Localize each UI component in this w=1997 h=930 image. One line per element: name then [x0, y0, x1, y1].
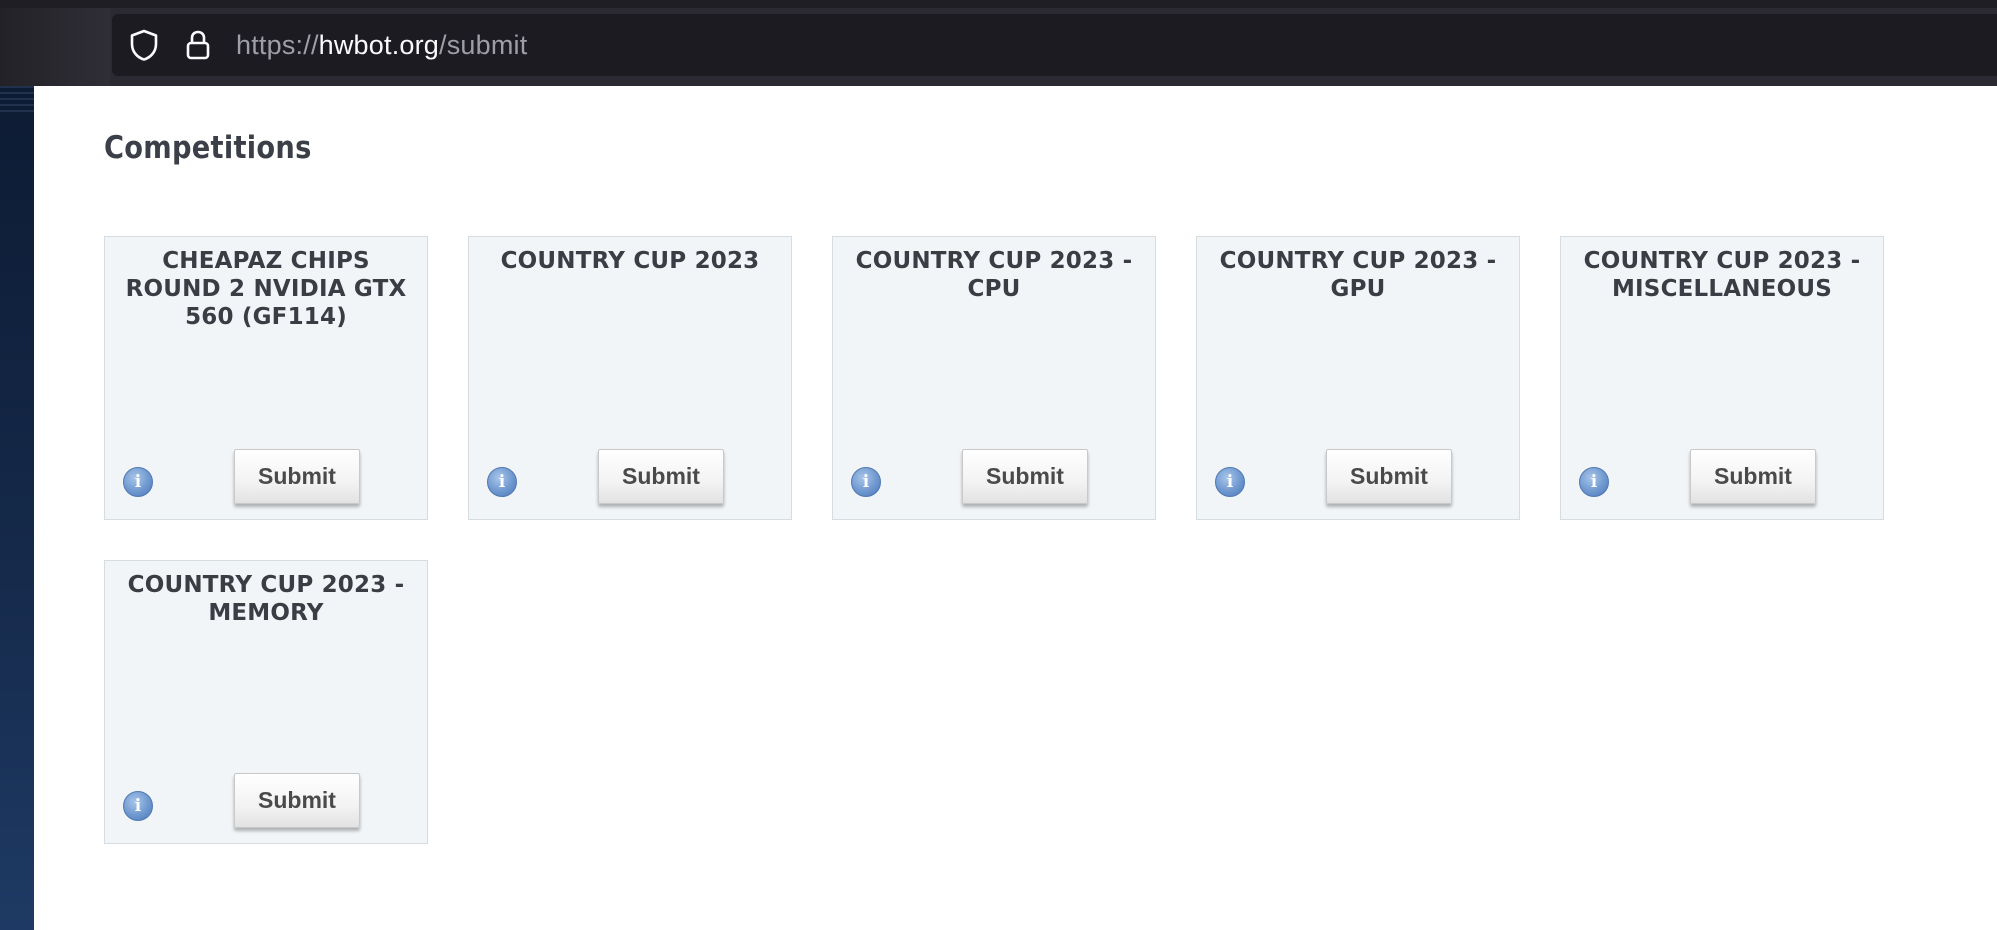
info-icon[interactable]: i [123, 791, 153, 821]
competition-card: COUNTRY CUP 2023 - MEMORY i Submit [104, 560, 428, 844]
competition-title: COUNTRY CUP 2023 - MEMORY [127, 572, 405, 626]
info-icon[interactable]: i [487, 467, 517, 497]
competition-card: CHEAPAZ CHIPS ROUND 2 NVIDIA GTX 560 (GF… [104, 236, 428, 520]
competition-card: COUNTRY CUP 2023 - MISCELLANEOUS i Submi… [1560, 236, 1884, 520]
page-title: Competitions [104, 130, 312, 166]
competition-title: COUNTRY CUP 2023 - GPU [1219, 248, 1497, 302]
page-content: Competitions CHEAPAZ CHIPS ROUND 2 NVIDI… [34, 86, 1997, 930]
sidebar-menu-icon[interactable] [0, 86, 34, 116]
lock-icon[interactable] [182, 29, 214, 61]
info-icon[interactable]: i [851, 467, 881, 497]
competition-card: COUNTRY CUP 2023 i Submit [468, 236, 792, 520]
url-text[interactable]: https://hwbot.org/submit [236, 30, 527, 61]
info-icon[interactable]: i [123, 467, 153, 497]
shield-icon[interactable] [128, 29, 160, 61]
url-path: /submit [439, 29, 528, 60]
page-left-sidebar-edge [0, 86, 34, 930]
address-bar[interactable]: https://hwbot.org/submit [112, 14, 1997, 76]
url-scheme: https:// [236, 29, 319, 60]
competition-card: COUNTRY CUP 2023 - GPU i Submit [1196, 236, 1520, 520]
submit-button[interactable]: Submit [1326, 449, 1452, 504]
competition-title: CHEAPAZ CHIPS ROUND 2 NVIDIA GTX 560 (GF… [125, 248, 407, 330]
url-host: hwbot.org [318, 29, 440, 60]
toolbar-left-area [0, 8, 110, 86]
competition-title: COUNTRY CUP 2023 - CPU [855, 248, 1133, 302]
submit-button[interactable]: Submit [962, 449, 1088, 504]
tab-strip-edge [0, 0, 1997, 8]
competition-title: COUNTRY CUP 2023 [500, 248, 760, 274]
info-icon[interactable]: i [1215, 467, 1245, 497]
browser-toolbar: https://hwbot.org/submit [0, 0, 1997, 86]
competition-grid: CHEAPAZ CHIPS ROUND 2 NVIDIA GTX 560 (GF… [104, 236, 1934, 844]
competition-title: COUNTRY CUP 2023 - MISCELLANEOUS [1583, 248, 1861, 302]
submit-button[interactable]: Submit [1690, 449, 1816, 504]
submit-button[interactable]: Submit [598, 449, 724, 504]
submit-button[interactable]: Submit [234, 773, 360, 828]
info-icon[interactable]: i [1579, 467, 1609, 497]
competition-card: COUNTRY CUP 2023 - CPU i Submit [832, 236, 1156, 520]
submit-button[interactable]: Submit [234, 449, 360, 504]
